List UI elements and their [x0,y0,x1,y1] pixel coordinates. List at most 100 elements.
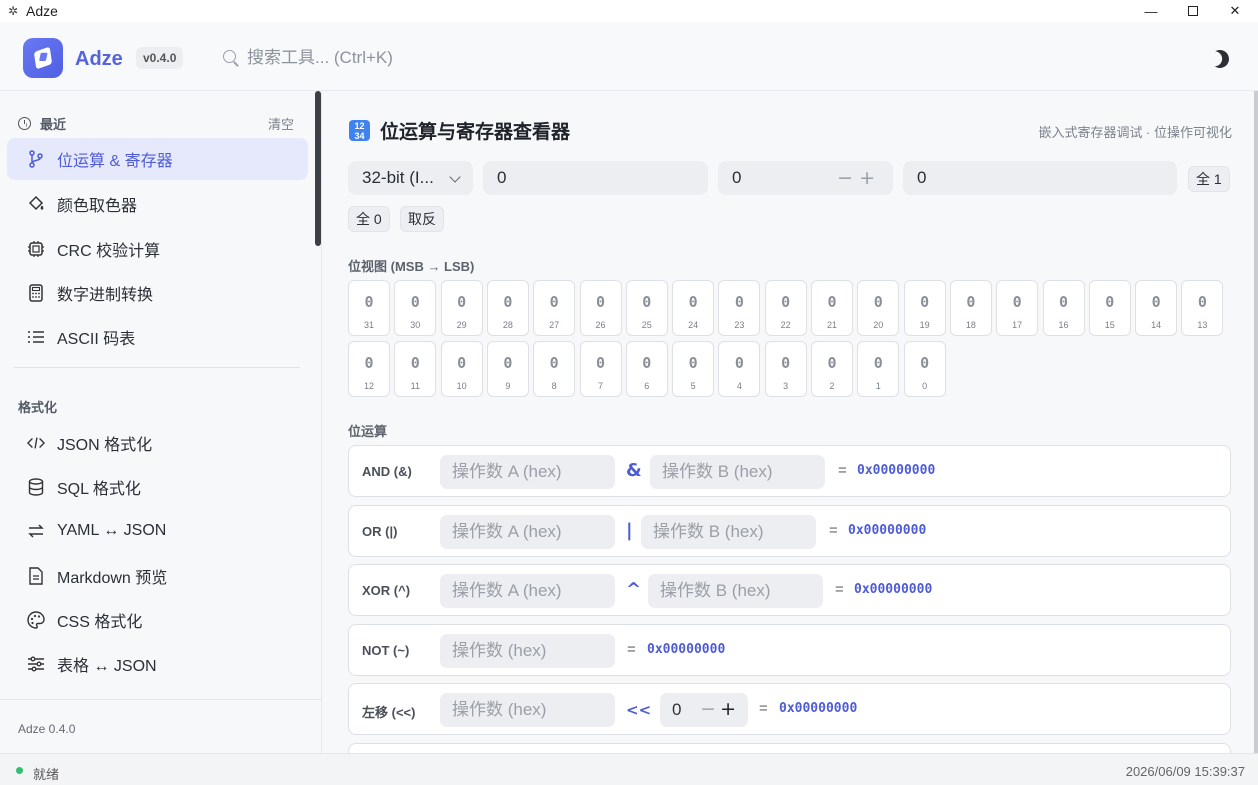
bit-cell[interactable]: 0 12 [348,341,390,397]
bit-cell[interactable]: 01 [857,341,900,397]
bit-cell[interactable]: 0 31 [348,280,390,336]
bit-width-select[interactable]: 32-bit (I... [348,161,473,195]
bit-cell[interactable]: 0 23 [718,280,761,336]
bit-index: 19 [919,320,930,330]
operand-input[interactable] [440,634,615,668]
op-symbol: << [626,701,652,719]
shift-amount-stepper[interactable]: 0 −+ [660,693,748,727]
bit-value: 0 [549,293,559,311]
theme-toggle-button[interactable] [1206,45,1234,73]
bit-cell[interactable]: 0 17 [996,280,1039,336]
bit-index: 16 [1058,320,1069,330]
stepper-buttons[interactable]: −+ [700,698,740,720]
bit-cell[interactable]: 0 21 [811,280,853,336]
bit-cell[interactable]: 0 22 [764,280,807,336]
maximize-button[interactable] [1170,0,1216,22]
bit-value: 0 [827,293,837,311]
format-label: 格式化 [18,400,58,415]
main-scrollbar[interactable] [1254,91,1258,753]
equals-sign: = [759,700,768,717]
bit-cell[interactable]: 0 10 [440,341,483,397]
sidebar-item-label: 数字进制转换 [57,287,154,304]
bit-cell[interactable]: 0 16 [1042,280,1085,336]
bit-cell[interactable]: 03 [764,341,807,397]
bitview-label: 位视图 (MSB → LSB) [348,259,475,274]
close-button[interactable]: ✕ [1212,0,1258,22]
decimal-value: 0 [732,168,742,187]
clear-recent-button[interactable]: 清空 [268,114,294,133]
operand-input[interactable] [440,693,615,727]
operand-b-input[interactable] [648,574,823,608]
page-title-text: 位运算与寄存器查看器 [380,122,571,143]
operand-a-input[interactable] [440,455,615,489]
bit-cell[interactable]: 0 20 [857,280,900,336]
clock-icon [18,117,31,130]
bit-cell[interactable]: 0 27 [533,280,576,336]
bit-cell[interactable]: 0 24 [672,280,715,336]
bit-cell[interactable]: 0 19 [903,280,946,336]
bit-cell[interactable]: 0 11 [394,341,437,397]
search-input[interactable] [247,48,507,68]
sidebar-item-table[interactable]: 表格 ↔ JSON [7,643,308,685]
bit-value: 0 [734,354,744,372]
clear-all-button[interactable]: 全 0 [348,206,390,232]
bit-index: 24 [688,320,699,330]
bit-cell[interactable]: 02 [811,341,853,397]
bit-cell[interactable]: 0 18 [949,280,992,336]
sidebar-item-markdown[interactable]: Markdown 预览 [7,555,308,597]
bit-cell[interactable]: 0 25 [625,280,668,336]
bit-cell[interactable]: 09 [486,341,529,397]
sidebar-item-json[interactable]: JSON 格式化 [7,422,308,464]
swap-icon [27,522,45,540]
bit-cell[interactable]: 05 [672,341,715,397]
invert-button[interactable]: 取反 [400,206,444,232]
recent-label: 最近 [40,117,67,132]
bit-cell[interactable]: 04 [718,341,761,397]
bit-index: 23 [734,320,745,330]
app-logo [23,38,63,78]
bit-cell[interactable]: 0 28 [486,280,529,336]
operand-a-input[interactable] [440,515,615,549]
bit-cell[interactable]: 06 [625,341,668,397]
bit-cell[interactable]: 08 [533,341,576,397]
bit-cell[interactable]: 0 13 [1181,280,1224,336]
bit-index: 5 [690,381,696,391]
search-bar[interactable] [222,46,522,70]
sidebar-item-css[interactable]: CSS 格式化 [7,599,308,641]
bit-cell[interactable]: 00 [903,341,946,397]
bit-index: 10 [456,381,467,391]
decimal-stepper[interactable]: 0 −+ [718,161,893,195]
operand-b-input[interactable] [641,515,816,549]
sidebar-item-radix[interactable]: 数字进制转换 [7,272,308,314]
bit-cell[interactable]: 0 14 [1135,280,1178,336]
bit-cell[interactable]: 0 15 [1088,280,1131,336]
stepper-buttons[interactable]: −+ [837,167,881,189]
sidebar-item-sql[interactable]: SQL 格式化 [7,466,308,508]
sidebar-item-bitops[interactable]: 位运算 & 寄存器 [7,138,308,180]
sidebar-scrollbar[interactable] [315,91,321,246]
op-symbol: & [626,460,642,481]
bit-cell[interactable]: 0 29 [440,280,483,336]
sidebar-item-ascii[interactable]: ASCII 码表 [7,316,308,358]
sidebar-item-label: 颜色取色器 [57,198,138,215]
sidebar-item-yaml[interactable]: YAML ↔ JSON [7,510,308,552]
bit-cell[interactable]: 0 26 [579,280,622,336]
hex-input[interactable]: 0 [483,161,708,195]
binary-input[interactable]: 0 [903,161,1177,195]
bit-value: 0 [827,354,837,372]
sidebar-item-color-picker[interactable]: 颜色取色器 [7,183,308,225]
bit-index: 11 [410,381,420,391]
bit-index: 17 [1012,320,1023,330]
bit-value: 0 [873,354,883,372]
calculator-icon [27,284,45,302]
operand-b-input[interactable] [650,455,825,489]
sidebar-divider [14,367,300,368]
sidebar-item-crc[interactable]: CRC 校验计算 [7,228,308,270]
bit-index: 13 [1197,320,1208,330]
minimize-button[interactable]: — [1128,0,1174,22]
bit-cell[interactable]: 07 [579,341,622,397]
bit-cell[interactable]: 0 30 [394,280,437,336]
set-all-ones-button[interactable]: 全 1 [1188,166,1230,192]
operand-a-input[interactable] [440,574,615,608]
bit-index: 7 [597,381,603,391]
